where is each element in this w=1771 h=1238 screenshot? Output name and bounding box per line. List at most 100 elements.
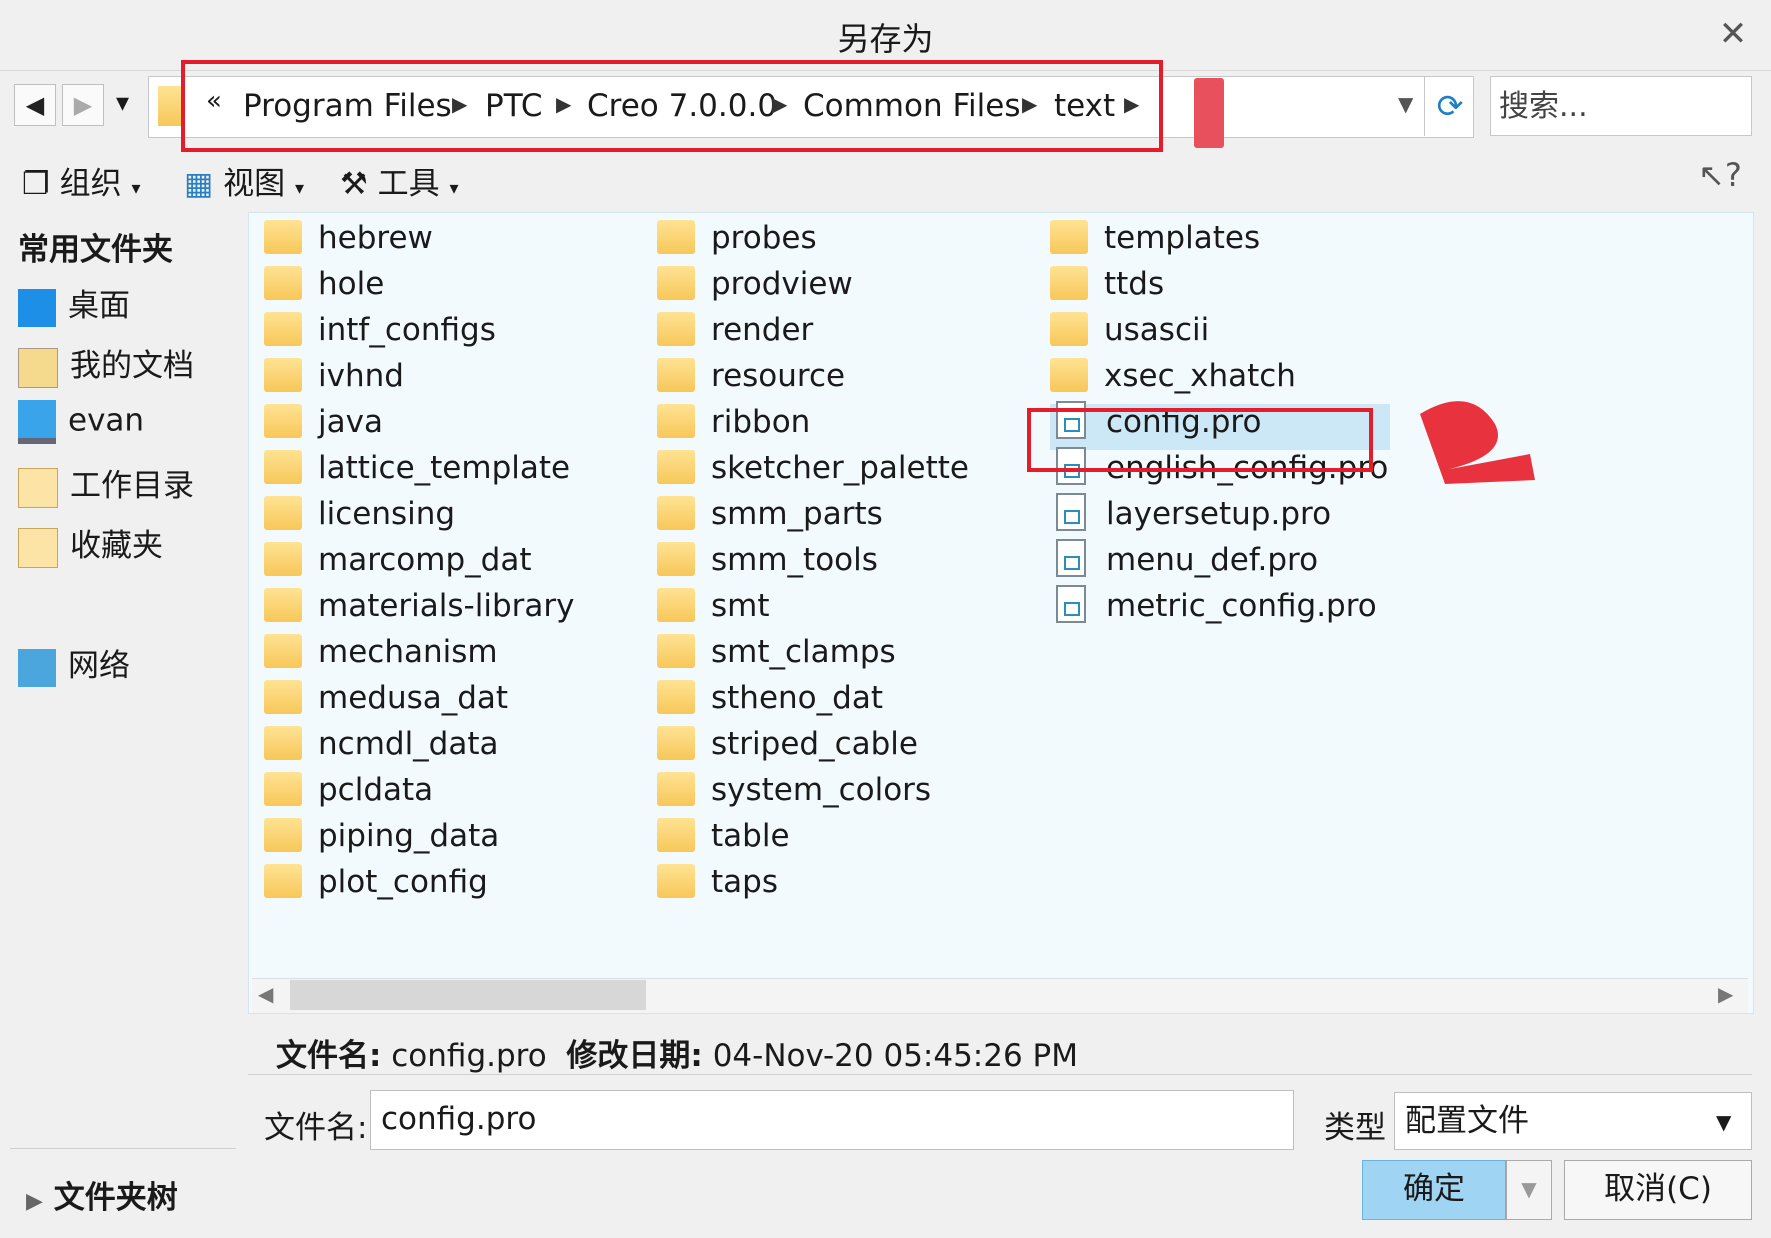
folder-item[interactable]: licensing: [264, 495, 644, 542]
item-label: menu_def.pro: [1106, 542, 1319, 578]
tools-icon: ⚒: [340, 166, 368, 202]
folder-item[interactable]: sketcher_palette: [657, 449, 1037, 496]
folder-item[interactable]: ncmdl_data: [264, 725, 644, 772]
file-item[interactable]: metric_config.pro: [1050, 584, 1390, 634]
organize-label: 组织: [59, 166, 122, 202]
divider: [10, 1148, 236, 1149]
folder-item[interactable]: marcomp_dat: [264, 541, 644, 588]
close-icon[interactable]: ✕: [1713, 14, 1753, 54]
item-label: system_colors: [711, 772, 932, 808]
item-label: taps: [711, 864, 778, 900]
folder-icon: [657, 679, 695, 714]
folder-item[interactable]: xsec_xhatch: [1050, 357, 1390, 404]
folder-item[interactable]: piping_data: [264, 817, 644, 864]
folder-icon: [657, 863, 695, 898]
folder-item[interactable]: smm_tools: [657, 541, 1037, 588]
folder-item[interactable]: system_colors: [657, 771, 1037, 818]
item-label: hebrew: [318, 220, 433, 256]
folder-tree-toggle[interactable]: ▶ 文件夹树: [26, 1172, 178, 1217]
cancel-button[interactable]: 取消(C): [1564, 1160, 1752, 1220]
folder-icon: [264, 403, 302, 438]
item-label: licensing: [318, 496, 456, 532]
folder-item[interactable]: java: [264, 403, 644, 450]
folder-item[interactable]: ivhnd: [264, 357, 644, 404]
help-cursor-icon[interactable]: ↖?: [1698, 156, 1742, 194]
item-label: smm_parts: [711, 496, 883, 532]
item-label: ncmdl_data: [318, 726, 499, 762]
back-button[interactable]: ◀: [14, 84, 56, 126]
folder-item[interactable]: prodview: [657, 265, 1037, 312]
folder-item[interactable]: hebrew: [264, 219, 644, 266]
folder-item[interactable]: smm_parts: [657, 495, 1037, 542]
folder-item[interactable]: ribbon: [657, 403, 1037, 450]
search-input[interactable]: 搜索...: [1490, 76, 1752, 136]
recent-locations-dropdown[interactable]: ▾: [116, 88, 129, 118]
folder-icon: [264, 725, 302, 760]
item-label: metric_config.pro: [1106, 588, 1377, 624]
folder-item[interactable]: resource: [657, 357, 1037, 404]
sidebar-item-network[interactable]: 网络: [18, 640, 130, 687]
folder-item[interactable]: plot_config: [264, 863, 644, 910]
info-name-label: 文件名:: [276, 1038, 382, 1074]
ok-dropdown-button[interactable]: ▼: [1506, 1160, 1552, 1220]
folder-icon: [1050, 219, 1088, 254]
folder-icon: [1050, 357, 1088, 392]
folder-icon: [657, 265, 695, 300]
tools-menu[interactable]: ⚒ 工具 ▾: [340, 158, 459, 203]
folder-item[interactable]: ttds: [1050, 265, 1390, 312]
view-menu[interactable]: ▦ 视图 ▾: [184, 158, 304, 203]
item-label: intf_configs: [318, 312, 496, 348]
refresh-icon[interactable]: ⟳: [1424, 76, 1475, 136]
scrollbar-thumb[interactable]: [290, 980, 646, 1010]
folder-icon: [264, 771, 302, 806]
sidebar-item-my-documents[interactable]: 我的文档: [18, 340, 194, 388]
folder-item[interactable]: medusa_dat: [264, 679, 644, 726]
folder-item[interactable]: smt_clamps: [657, 633, 1037, 680]
item-label: smt_clamps: [711, 634, 896, 670]
working-directory-icon: [18, 467, 58, 508]
sidebar-item-evan[interactable]: evan: [18, 400, 144, 444]
sidebar-item-desktop[interactable]: 桌面: [18, 280, 130, 327]
folder-item[interactable]: render: [657, 311, 1037, 358]
sidebar-item-label: 工作目录: [70, 468, 194, 504]
folder-item[interactable]: probes: [657, 219, 1037, 266]
view-label: 视图: [223, 166, 286, 202]
scroll-right-icon[interactable]: ▶: [1718, 982, 1733, 1006]
folder-item[interactable]: table: [657, 817, 1037, 864]
folder-item[interactable]: usascii: [1050, 311, 1390, 358]
folder-item[interactable]: hole: [264, 265, 644, 312]
folder-item[interactable]: intf_configs: [264, 311, 644, 358]
folder-item[interactable]: stheno_dat: [657, 679, 1037, 726]
scroll-left-icon[interactable]: ◀: [258, 982, 273, 1006]
folder-icon: [657, 771, 695, 806]
item-label: render: [711, 312, 814, 348]
window-title: 另存为: [837, 20, 934, 58]
file-type-select[interactable]: 配置文件: [1394, 1092, 1752, 1150]
item-label: resource: [711, 358, 846, 394]
annotation-box-config: [1027, 408, 1373, 472]
organize-icon: ❐: [22, 166, 50, 202]
folder-item[interactable]: lattice_template: [264, 449, 644, 496]
folder-item[interactable]: taps: [657, 863, 1037, 910]
address-dropdown-icon[interactable]: ▼: [1398, 92, 1413, 116]
folder-item[interactable]: mechanism: [264, 633, 644, 680]
ok-button[interactable]: 确定: [1362, 1160, 1506, 1220]
folder-item[interactable]: templates: [1050, 219, 1390, 266]
organize-menu[interactable]: ❐ 组织 ▾: [22, 158, 141, 203]
folder-item[interactable]: pcldata: [264, 771, 644, 818]
filename-input[interactable]: config.pro: [370, 1090, 1294, 1150]
chevron-down-icon[interactable]: ▼: [1716, 1110, 1731, 1134]
forward-button[interactable]: ▶: [62, 84, 104, 126]
sidebar-item-working-directory[interactable]: 工作目录: [18, 460, 194, 508]
item-label: probes: [711, 220, 817, 256]
folder-item[interactable]: smt: [657, 587, 1037, 634]
folder-icon: [657, 495, 695, 530]
folder-item[interactable]: striped_cable: [657, 725, 1037, 772]
favorites-folder-icon: [18, 527, 58, 568]
folder-item[interactable]: materials-library: [264, 587, 644, 634]
sidebar-item-favorites[interactable]: 收藏夹: [18, 520, 163, 568]
item-label: hole: [318, 266, 385, 302]
file-item[interactable]: layersetup.pro: [1050, 492, 1390, 542]
folder-icon: [657, 817, 695, 852]
file-item[interactable]: menu_def.pro: [1050, 538, 1390, 588]
